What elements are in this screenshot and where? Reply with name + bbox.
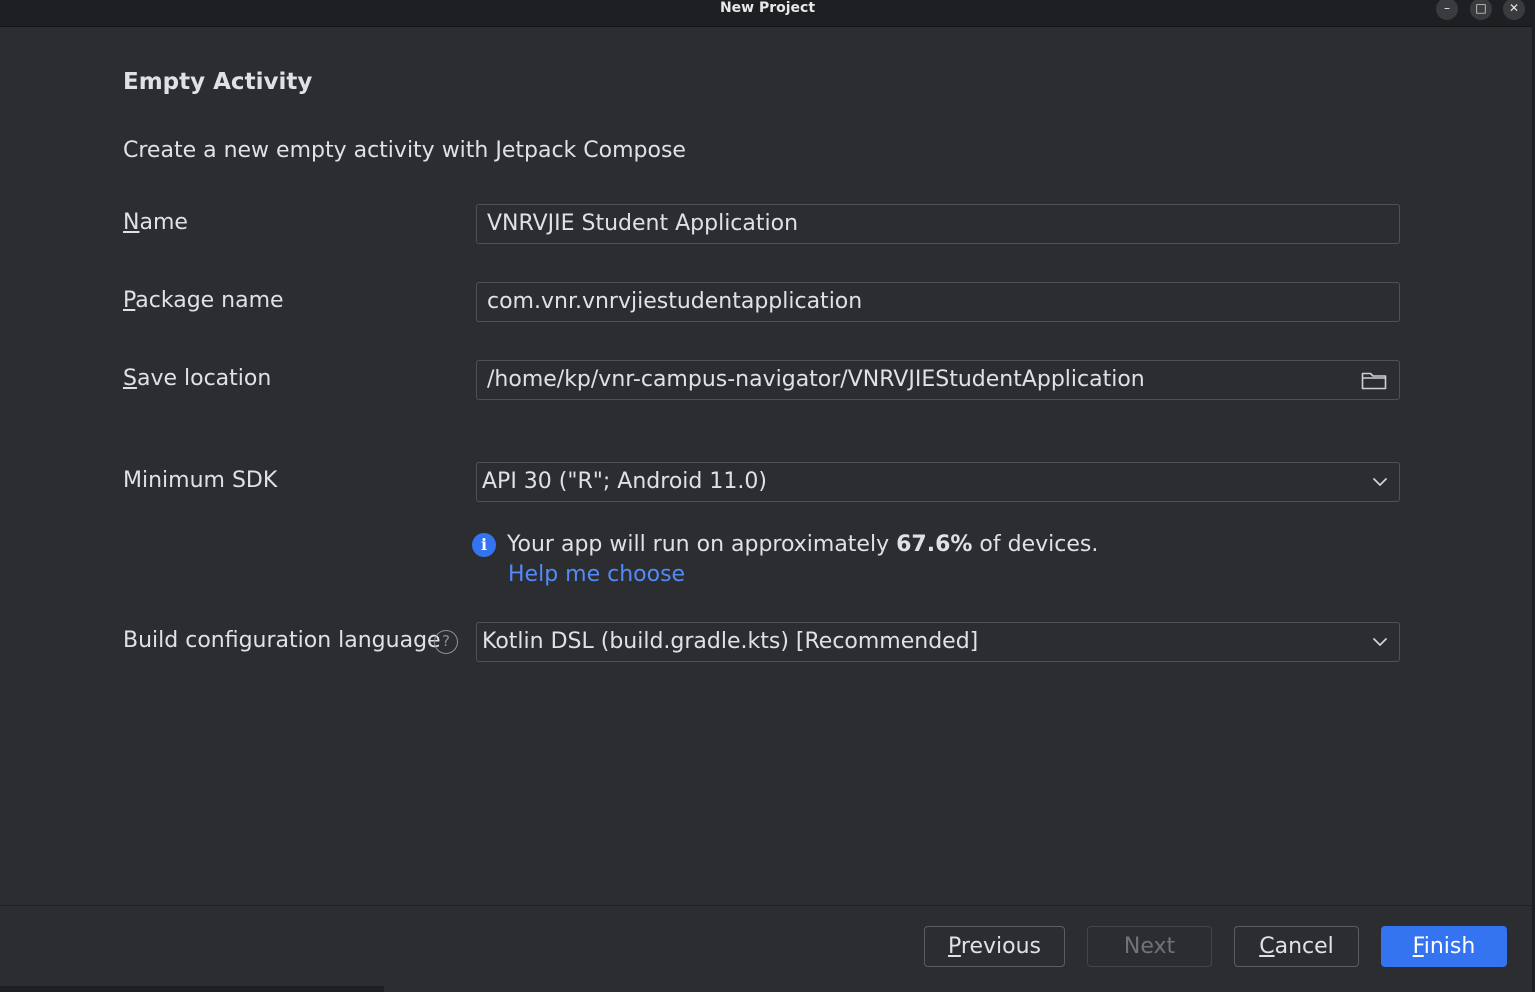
minimum-sdk-select[interactable]: API 30 ("R"; Android 11.0) <box>476 462 1400 502</box>
package-name-input[interactable]: com.vnr.vnrvjiestudentapplication <box>476 282 1400 322</box>
cancel-button[interactable]: Cancel <box>1234 926 1359 967</box>
close-icon[interactable]: ✕ <box>1503 0 1525 20</box>
minimum-sdk-label: Minimum SDK <box>123 468 278 493</box>
cancel-mnemonic: C <box>1259 934 1275 959</box>
package-name-label: Package name <box>123 288 284 313</box>
build-language-select[interactable]: Kotlin DSL (build.gradle.kts) [Recommend… <box>476 622 1400 662</box>
maximize-icon[interactable]: □ <box>1470 0 1492 20</box>
save-location-label-mnemonic: S <box>123 366 137 391</box>
package-name-label-mnemonic: P <box>123 288 136 313</box>
minimize-icon[interactable]: – <box>1436 0 1458 20</box>
previous-mnemonic: P <box>948 934 961 959</box>
name-input-value: VNRVJIE Student Application <box>487 211 799 236</box>
name-input[interactable]: VNRVJIE Student Application <box>476 204 1400 244</box>
info-icon: i <box>472 533 496 557</box>
new-project-dialog: New Project – □ ✕ Empty Activity Create … <box>0 0 1535 992</box>
minimum-sdk-selected: API 30 ("R"; Android 11.0) <box>482 469 767 494</box>
finish-label-rest: inish <box>1423 934 1476 959</box>
build-language-selected: Kotlin DSL (build.gradle.kts) [Recommend… <box>482 629 979 654</box>
help-question-icon[interactable]: ? <box>434 630 458 654</box>
title-bar[interactable]: New Project – □ ✕ <box>0 0 1535 27</box>
package-name-input-value: com.vnr.vnrvjiestudentapplication <box>487 289 863 314</box>
name-label: Name <box>123 210 188 235</box>
coverage-text-before: Your app will run on approximately <box>507 532 897 557</box>
coverage-text-after: of devices. <box>972 532 1099 557</box>
page-title: Empty Activity <box>123 69 313 95</box>
window-title: New Project <box>719 0 816 16</box>
footer-divider <box>0 905 1532 906</box>
page-description: Create a new empty activity with Jetpack… <box>123 138 686 163</box>
name-label-mnemonic: N <box>123 210 140 235</box>
previous-label-rest: revious <box>960 934 1041 959</box>
folder-icon[interactable] <box>1361 370 1387 390</box>
save-location-input[interactable]: /home/kp/vnr-campus-navigator/VNRVJIEStu… <box>476 360 1400 400</box>
name-label-rest: ame <box>139 210 188 235</box>
bottom-edge <box>0 986 384 992</box>
chevron-down-icon <box>1373 478 1387 486</box>
finish-button[interactable]: Finish <box>1381 926 1507 967</box>
next-button[interactable]: Next <box>1087 926 1212 967</box>
previous-button[interactable]: Previous <box>924 926 1065 967</box>
coverage-percent: 67.6% <box>896 532 973 557</box>
save-location-label-rest: ave location <box>136 366 272 391</box>
save-location-input-value: /home/kp/vnr-campus-navigator/VNRVJIEStu… <box>487 367 1145 392</box>
help-me-choose-link[interactable]: Help me choose <box>508 562 685 587</box>
chevron-down-icon <box>1373 638 1387 646</box>
package-name-label-rest: ackage name <box>135 288 284 313</box>
finish-mnemonic: F <box>1412 934 1424 959</box>
device-coverage-text: Your app will run on approximately 67.6%… <box>507 532 1098 557</box>
build-language-label: Build configuration language <box>123 628 441 653</box>
save-location-label: Save location <box>123 366 271 391</box>
cancel-label-rest: ancel <box>1274 934 1334 959</box>
